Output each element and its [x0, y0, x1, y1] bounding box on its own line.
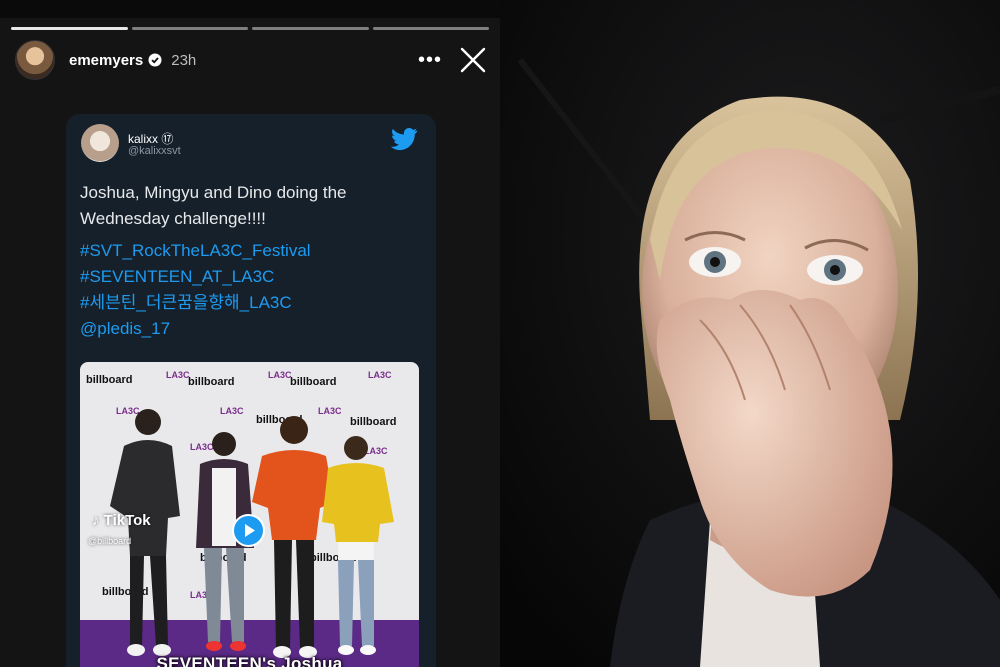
backdrop-logo: LA3C — [220, 406, 244, 416]
story-progress-bar — [11, 27, 489, 30]
story-username[interactable]: ememyers — [69, 52, 143, 69]
verified-badge-icon — [148, 53, 162, 67]
tiktok-handle: @billboard — [88, 536, 132, 546]
person-figure — [110, 409, 180, 656]
hashtag-link[interactable]: #SEVENTEEN_AT_LA3C — [80, 264, 274, 290]
tweet-author-handle: @kalixxsvt — [128, 145, 181, 157]
progress-segment — [131, 27, 248, 30]
mention-link[interactable]: @pledis_17 — [80, 316, 170, 342]
avatar[interactable] — [15, 40, 55, 80]
tiktok-logo-icon: ♪ — [92, 512, 100, 529]
person-figure — [322, 436, 394, 655]
play-button[interactable] — [232, 514, 265, 547]
progress-segment — [252, 27, 369, 30]
play-icon — [245, 524, 255, 537]
twitter-bird-icon — [390, 128, 418, 150]
backdrop-logo: billboard — [188, 376, 235, 388]
story-header: ememyers 23h ••• — [15, 40, 488, 80]
tweet-card[interactable]: kalixx ⑰ @kalixxsvt Joshua, Mingyu and D… — [66, 114, 436, 667]
backdrop-logo: LA3C — [166, 370, 190, 380]
backdrop-logo: LA3C — [268, 370, 292, 380]
story-time: 23h — [171, 51, 197, 69]
status-strip — [0, 0, 500, 18]
video-caption: SEVENTEEN's Joshua — [156, 654, 343, 667]
backdrop-logo: LA3C — [368, 370, 392, 380]
more-options-icon[interactable]: ••• — [418, 50, 442, 70]
progress-segment — [11, 27, 128, 30]
backdrop-logo: billboard — [86, 374, 133, 386]
hashtag-link[interactable]: #세븐틴_더큰꿈을향해_LA3C — [80, 290, 292, 316]
tiktok-label: TikTok — [103, 512, 151, 529]
backdrop-logo: billboard — [290, 376, 337, 388]
reaction-photo — [500, 0, 1000, 667]
tweet-avatar[interactable] — [81, 124, 119, 162]
progress-segment — [372, 27, 489, 30]
backdrop-logo: billboard — [350, 416, 397, 428]
instagram-story: ememyers 23h ••• kalixx ⑰ @kalixxsvt Jos… — [0, 0, 500, 667]
close-icon[interactable] — [460, 47, 486, 73]
tweet-video[interactable]: billboard LA3C billboard LA3C billboard … — [80, 362, 419, 667]
tiktok-watermark: ♪ TikTok — [92, 512, 151, 529]
shocked-face-image — [500, 0, 1000, 667]
tweet-text: Joshua, Mingyu and Dino doing the Wednes… — [80, 183, 347, 228]
hashtag-link[interactable]: #SVT_RockTheLA3C_Festival — [80, 238, 311, 264]
